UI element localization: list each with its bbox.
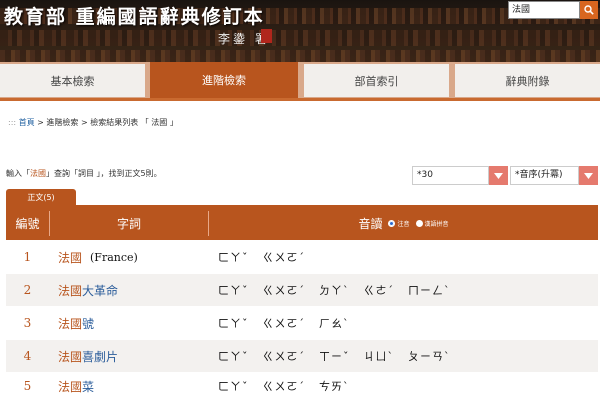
bookshelf-decoration (0, 50, 600, 62)
zhuyin-syllable: ㄍㄨㄛˊ (262, 380, 305, 393)
table-row: 1 法國 (France) ㄈㄚˇ ㄍㄨㄛˊ (6, 241, 598, 273)
tab-appendix[interactable]: 辭典附錄 (455, 64, 600, 97)
tab-advanced-search[interactable]: 進階檢索 (150, 62, 298, 98)
zhuyin-syllable: ㄆㄧㄢˋ (408, 350, 451, 363)
row-number: 1 (23, 250, 32, 264)
pronunciation-label: 音讀 (358, 217, 383, 231)
zhuyin-syllable: ㄈㄚˇ (218, 251, 249, 264)
zhuyin-syllable: ㄇㄧㄥˋ (408, 284, 451, 297)
breadcrumb-dots: ::: (8, 118, 17, 127)
summary-middle: 」查詢「詞目 」，找到正文 (46, 169, 141, 178)
col-header-number: 編號 (15, 217, 40, 231)
table-header: 編號 字詞 音讀 注音 漢語拼音 (6, 207, 598, 240)
search-button[interactable] (580, 1, 598, 19)
pinyin-radio-label: 漢語拼音 (424, 221, 449, 228)
page-size-dropdown-button[interactable] (489, 166, 508, 185)
entry-head: 法國 (58, 250, 83, 265)
bookshelf-decoration (0, 30, 600, 46)
sort-order-select[interactable]: *音序(升冪) (510, 166, 579, 185)
zhuyin-syllable: ㄏㄠˋ (319, 317, 350, 330)
entry-link[interactable]: 法國號 (58, 307, 94, 339)
result-summary: 輸入「法國」查詢「詞目 」，找到正文5則。 (6, 168, 162, 179)
breadcrumb-home-link[interactable]: 首頁 (19, 118, 35, 127)
site-title[interactable]: 教育部 重編國語辭典修訂本 (4, 2, 265, 29)
zhuyin-syllable: ㄘㄞˋ (319, 380, 350, 393)
chevron-down-icon (584, 172, 593, 179)
table-row: 5 法國菜 ㄈㄚˇ ㄍㄨㄛˊ ㄘㄞˋ (6, 370, 598, 400)
tab-basic-search[interactable]: 基本檢索 (0, 64, 145, 97)
zhuyin-syllable: ㄈㄚˇ (218, 380, 249, 393)
entry-link[interactable]: 法國 (France) (58, 241, 138, 273)
zhuyin-radio-label: 注音 (397, 221, 410, 228)
row-number: 4 (23, 349, 32, 363)
header-banner: 教育部 重編國語辭典修訂本 李鍌 署 法國 (0, 0, 600, 62)
row-number: 5 (23, 379, 32, 393)
entry-head: 法國 (58, 316, 83, 331)
row-number: 3 (23, 316, 32, 330)
entry-head: 法國 (58, 349, 83, 364)
zhuyin-syllable: ㄍㄨㄛˊ (262, 317, 305, 330)
summary-prefix: 輸入「 (6, 169, 30, 178)
entry-link[interactable]: 法國菜 (58, 370, 94, 400)
page-size-select[interactable]: *30 (412, 166, 489, 185)
zhuyin-syllable: ㄉㄚˋ (319, 284, 350, 297)
main-nav: 基本檢索 進階檢索 部首索引 辭典附錄 (0, 62, 600, 98)
table-row: 4 法國 喜劇片 ㄈㄚˇ ㄍㄨㄛˊ ㄒㄧˇ ㄐㄩˋ ㄆㄧㄢˋ (6, 340, 598, 372)
entry-link[interactable]: 法國 大革命 (58, 274, 118, 306)
row-number: 2 (23, 283, 32, 297)
col-header-word: 字詞 (116, 217, 141, 231)
entry-head: 法國 (58, 379, 83, 394)
zhuyin-reading: ㄈㄚˇ ㄍㄨㄛˊ ㄘㄞˋ (218, 370, 364, 400)
zhuyin-syllable: ㄐㄩˋ (363, 350, 394, 363)
breadcrumb-trail: > 進階檢索 > 檢索結果列表 「 法國 」 (34, 118, 178, 127)
table-row: 3 法國號 ㄈㄚˇ ㄍㄨㄛˊ ㄏㄠˋ (6, 307, 598, 339)
entry-tail: 號 (82, 316, 95, 331)
tab-main-text[interactable]: 正文(5) (6, 189, 76, 206)
zhuyin-syllable: ㄍㄨㄛˊ (262, 284, 305, 297)
zhuyin-reading: ㄈㄚˇ ㄍㄨㄛˊ (218, 241, 319, 273)
entry-note: (France) (90, 250, 138, 264)
col-header-pronunciation: 音讀 注音 漢語拼音 (209, 207, 598, 240)
zhuyin-syllable: ㄍㄜˊ (363, 284, 394, 297)
nav-divider (0, 98, 600, 101)
sort-dropdown-button[interactable] (579, 166, 598, 185)
zhuyin-syllable: ㄍㄨㄛˊ (262, 350, 305, 363)
tab-radical-index[interactable]: 部首索引 (304, 64, 449, 97)
summary-term: 法國 (30, 169, 46, 178)
chevron-down-icon (494, 172, 503, 179)
zhuyin-syllable: ㄒㄧˇ (319, 350, 350, 363)
zhuyin-syllable: ㄍㄨㄛˊ (262, 251, 305, 264)
zhuyin-syllable: ㄈㄚˇ (218, 350, 249, 363)
pinyin-radio[interactable] (415, 220, 423, 227)
summary-suffix: 則。 (145, 169, 162, 178)
entry-tail: 菜 (82, 379, 95, 394)
search-icon (584, 5, 594, 15)
red-seal-icon (261, 29, 272, 43)
zhuyin-reading: ㄈㄚˇ ㄍㄨㄛˊ ㄒㄧˇ ㄐㄩˋ ㄆㄧㄢˋ (218, 340, 465, 372)
table-row: 2 法國 大革命 ㄈㄚˇ ㄍㄨㄛˊ ㄉㄚˋ ㄍㄜˊ ㄇㄧㄥˋ (6, 274, 598, 306)
search-input[interactable]: 法國 (508, 1, 580, 19)
zhuyin-syllable: ㄈㄚˇ (218, 317, 249, 330)
entry-tail: 喜劇片 (82, 349, 119, 364)
zhuyin-reading: ㄈㄚˇ ㄍㄨㄛˊ ㄏㄠˋ (218, 307, 364, 339)
entry-head: 法國 (58, 283, 83, 298)
entry-tail: 大革命 (82, 283, 119, 298)
zhuyin-radio[interactable] (388, 220, 396, 227)
breadcrumb: ::: 首頁 > 進階檢索 > 檢索結果列表 「 法國 」 (8, 117, 178, 128)
zhuyin-syllable: ㄈㄚˇ (218, 284, 249, 297)
zhuyin-reading: ㄈㄚˇ ㄍㄨㄛˊ ㄉㄚˋ ㄍㄜˊ ㄇㄧㄥˋ (218, 274, 465, 306)
entry-link[interactable]: 法國 喜劇片 (58, 340, 118, 372)
